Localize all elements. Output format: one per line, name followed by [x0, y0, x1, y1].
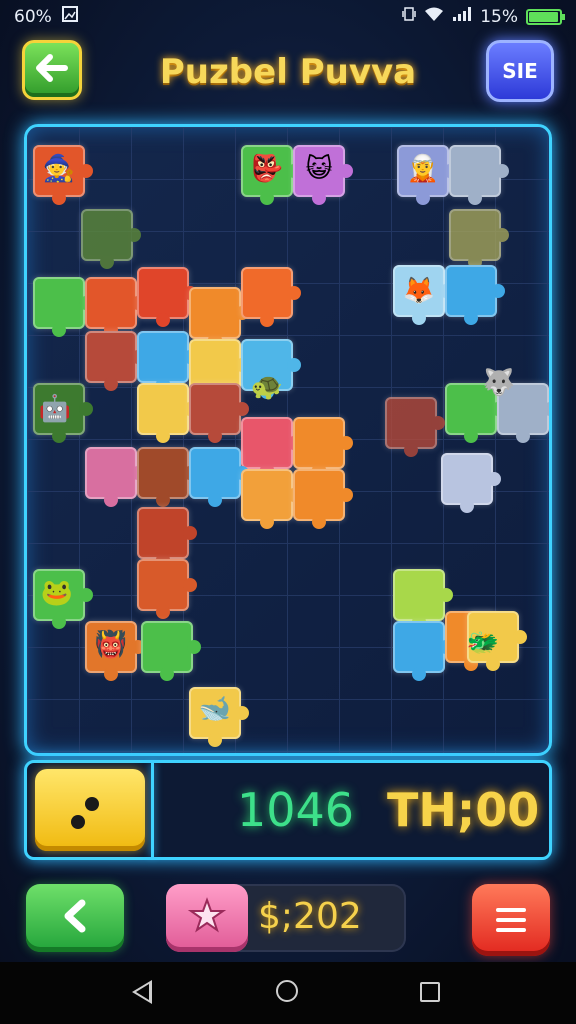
- puzzle-board[interactable]: 🧙 👺 😺 🧝 🐢 🤖 🦊 🐺 🐸 👹 🐋 🐲: [24, 124, 552, 756]
- previous-button[interactable]: [26, 884, 124, 952]
- info-panel: 1046 TH;00: [24, 760, 552, 860]
- hamburger-line: [496, 918, 526, 922]
- wolf-character-icon: 🐺: [482, 368, 516, 398]
- hamburger-line: [496, 928, 526, 932]
- puzzle-piece[interactable]: [385, 397, 445, 457]
- goblin-character-icon: 👺: [250, 154, 284, 184]
- monster-character-icon: 👹: [94, 630, 128, 660]
- puzzle-piece[interactable]: [445, 265, 505, 325]
- puzzle-piece[interactable]: [293, 469, 353, 529]
- system-nav-bar: [0, 962, 576, 1024]
- puzzle-piece[interactable]: [293, 417, 353, 477]
- chevron-left-icon: [60, 899, 90, 937]
- puzzle-piece[interactable]: [85, 277, 145, 337]
- photo-icon: [61, 6, 78, 27]
- fox-character-icon: 🦊: [402, 276, 436, 306]
- puzzle-piece[interactable]: [137, 331, 197, 391]
- elf-character-icon: 🧝: [406, 154, 440, 184]
- dice-button[interactable]: [35, 769, 145, 851]
- status-left-text: 60%: [14, 6, 52, 27]
- puzzle-piece[interactable]: [189, 447, 249, 507]
- signal-icon: [452, 6, 472, 27]
- top-menu-label: SIE: [502, 59, 538, 83]
- nav-recent-icon[interactable]: [420, 982, 440, 1002]
- wizard-character-icon: 🧙: [42, 154, 76, 184]
- status-right-text: 15%: [480, 6, 518, 27]
- puzzle-piece[interactable]: [137, 267, 197, 327]
- puzzle-piece[interactable]: [137, 447, 197, 507]
- puzzle-star-icon: [187, 896, 227, 940]
- turtle-character-icon: 🐢: [250, 372, 284, 402]
- puzzle-piece[interactable]: [189, 383, 249, 443]
- puzzle-piece[interactable]: [449, 209, 509, 269]
- puzzle-piece[interactable]: [85, 447, 145, 507]
- menu-button[interactable]: [472, 884, 550, 956]
- puzzle-piece[interactable]: [241, 469, 301, 529]
- puzzle-piece[interactable]: [137, 507, 197, 567]
- puzzle-piece[interactable]: [449, 145, 509, 205]
- robot-character-icon: 🤖: [38, 394, 72, 424]
- frog-character-icon: 🐸: [40, 578, 74, 608]
- battery-icon: [526, 8, 565, 25]
- status-bar: 60% 15%: [0, 0, 576, 34]
- shop-button[interactable]: [166, 884, 248, 952]
- top-menu-button[interactable]: SIE: [486, 40, 554, 102]
- puzzle-piece[interactable]: [137, 383, 197, 443]
- puzzle-piece[interactable]: [189, 287, 249, 347]
- puzzle-piece[interactable]: [393, 569, 453, 629]
- wifi-icon: [424, 6, 444, 27]
- puzzle-piece[interactable]: [393, 621, 453, 681]
- puzzle-piece[interactable]: [441, 453, 501, 513]
- cat-character-icon: 😺: [305, 154, 333, 184]
- nav-home-icon[interactable]: [276, 980, 298, 1002]
- panel-divider: [151, 763, 154, 857]
- puzzle-piece[interactable]: [241, 267, 301, 327]
- hamburger-menu-icon: [496, 908, 526, 912]
- puzzle-piece[interactable]: [141, 621, 201, 681]
- puzzle-piece[interactable]: [85, 331, 145, 391]
- dragon-character-icon: 🐲: [466, 628, 500, 658]
- dice-icon: [85, 797, 99, 811]
- puzzle-piece[interactable]: [241, 417, 301, 477]
- score-value: 1046: [237, 783, 355, 837]
- vibrate-icon: [402, 6, 416, 27]
- puzzle-piece[interactable]: [33, 277, 93, 337]
- dice-dot: [71, 815, 85, 829]
- timer-value: TH;00: [387, 783, 540, 837]
- nav-back-icon-inner: [136, 984, 149, 1000]
- header: Puzbel Puvva SIE: [0, 36, 576, 110]
- coin-value: $;202: [258, 896, 362, 937]
- coin-counter: $;202: [166, 884, 406, 952]
- puzzle-piece[interactable]: [81, 209, 141, 269]
- puzzle-piece[interactable]: [137, 559, 197, 619]
- whale-character-icon: 🐋: [198, 694, 232, 724]
